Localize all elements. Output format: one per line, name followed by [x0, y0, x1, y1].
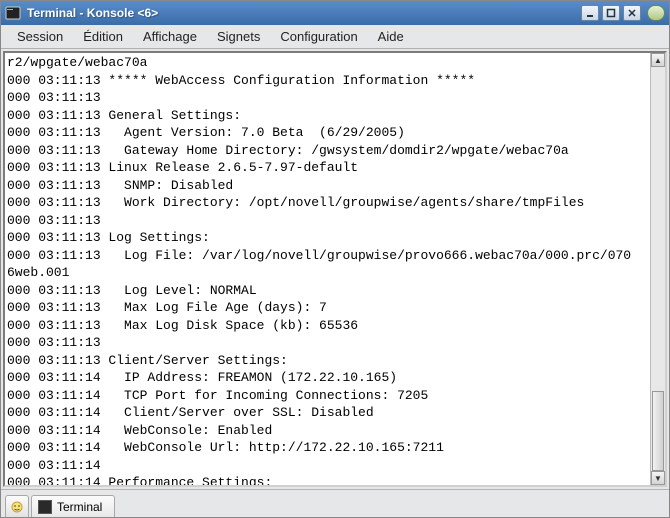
app-icon — [5, 5, 21, 21]
menu-session[interactable]: Session — [7, 27, 73, 46]
scroll-up-button[interactable]: ▲ — [651, 53, 665, 67]
minimize-button[interactable] — [581, 5, 599, 21]
menu-aide[interactable]: Aide — [368, 27, 414, 46]
tab-label: Terminal — [57, 500, 102, 514]
menu-signets[interactable]: Signets — [207, 27, 270, 46]
scroll-track[interactable] — [651, 67, 665, 471]
titlebar: Terminal - Konsole <6> — [1, 1, 669, 25]
close-button[interactable] — [623, 5, 641, 21]
window-controls — [581, 5, 665, 21]
suse-icon — [647, 5, 665, 21]
menu-configuration[interactable]: Configuration — [270, 27, 367, 46]
maximize-button[interactable] — [602, 5, 620, 21]
menu-edition[interactable]: Édition — [73, 27, 133, 46]
scroll-thumb[interactable] — [652, 391, 664, 471]
terminal-frame: r2/wpgate/webac70a 000 03:11:13 ***** We… — [3, 51, 667, 487]
terminal-output[interactable]: r2/wpgate/webac70a 000 03:11:13 ***** We… — [5, 53, 650, 485]
scrollbar[interactable]: ▲ ▼ — [650, 53, 665, 485]
terminal-icon — [38, 500, 52, 514]
scroll-down-button[interactable]: ▼ — [651, 471, 665, 485]
menubar: Session Édition Affichage Signets Config… — [1, 25, 669, 49]
window-title: Terminal - Konsole <6> — [27, 6, 581, 20]
tabbar: Terminal — [1, 489, 669, 517]
menu-affichage[interactable]: Affichage — [133, 27, 207, 46]
tab-terminal[interactable]: Terminal — [31, 495, 115, 517]
new-tab-button[interactable] — [5, 495, 29, 517]
